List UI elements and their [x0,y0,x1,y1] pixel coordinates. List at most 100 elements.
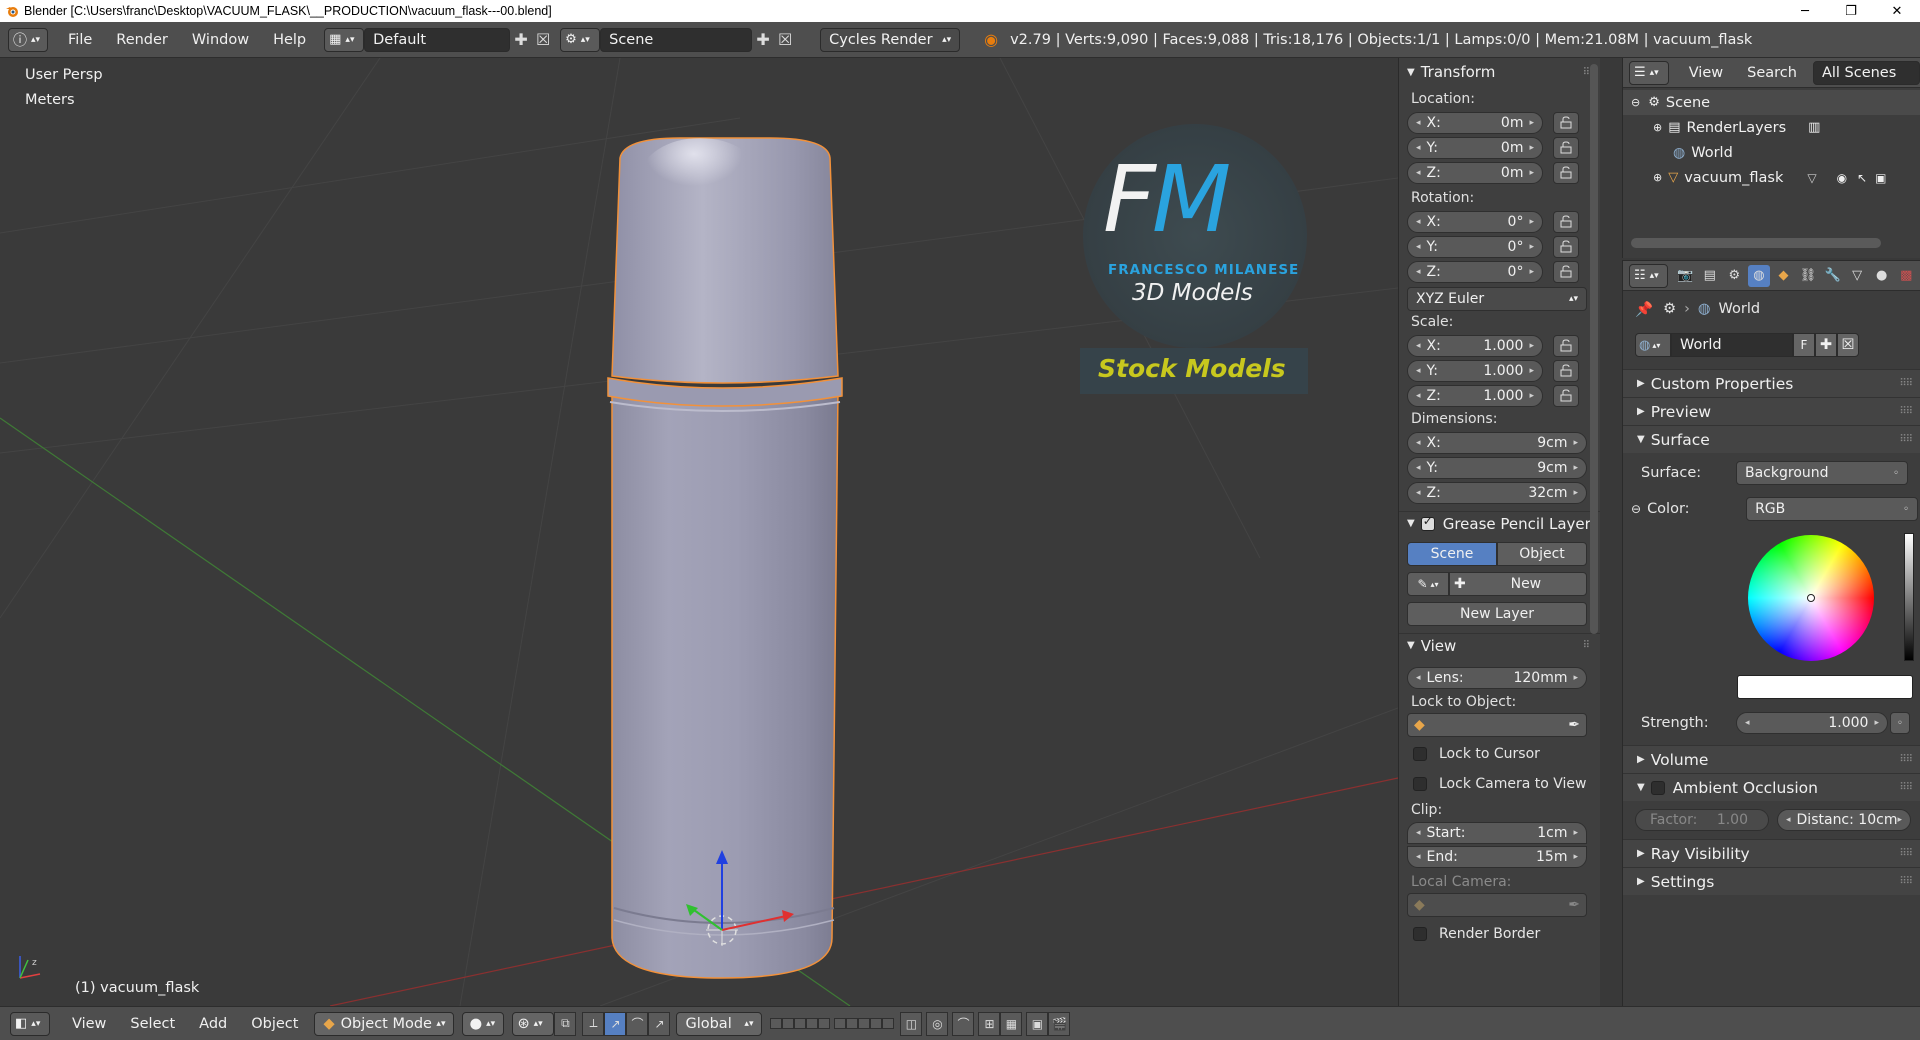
rotation-y-field[interactable]: ◂ Y: 0° ▸ [1407,235,1543,258]
layer-buttons[interactable] [770,1018,895,1029]
editor-type-selector[interactable]: ⓘ ▴▾ [8,27,48,52]
drag-grip-icon[interactable]: ⠿ [1583,640,1590,651]
add-scene-icon[interactable]: ✚ [752,29,774,51]
scene-context-icon[interactable]: ⚙ [1724,265,1746,287]
proportional-falloff-icon[interactable]: ⌒ [952,1011,975,1036]
screen-layout-type-button[interactable]: ▦ ▴▾ [324,27,365,52]
grease-pencil-new-button[interactable]: ✚ New [1449,572,1587,596]
npanel-scrollbar[interactable] [1590,64,1598,634]
layer-2-button[interactable] [782,1018,795,1029]
color-wheel-cursor[interactable] [1807,594,1815,602]
new-world-icon[interactable]: ✚ [1815,333,1837,357]
scale-x-field[interactable]: ◂ X: 1.000 ▸ [1407,334,1543,357]
strength-socket-button[interactable]: ◦ [1890,712,1910,734]
layer-12-button[interactable] [846,1018,859,1029]
outliner-editor-type-button[interactable]: ☰ ▴▾ [1629,60,1669,85]
scale-y-field[interactable]: ◂ Y: 1.000 ▸ [1407,359,1543,382]
custom-properties-panel-header[interactable]: ▶ Custom Properties ⠿⠿ [1623,369,1920,397]
translate-manipulator-icon[interactable]: ⟂ [582,1011,605,1036]
lens-field[interactable]: ◂ Lens: 120mm ▸ [1407,667,1587,689]
lock-scale-z-icon[interactable] [1553,384,1579,407]
3d-view-editor-type-button[interactable]: ◧ ▴▾ [10,1011,50,1036]
render-context-icon[interactable]: 📷 [1674,265,1696,287]
rotation-z-field[interactable]: ◂ Z: 0° ▸ [1407,260,1543,283]
data-context-icon[interactable]: ▽ [1846,265,1868,287]
eyedropper-icon[interactable]: ✒ [1568,717,1580,733]
new-layer-button[interactable]: New Layer [1407,602,1587,626]
close-button[interactable]: ✕ [1874,0,1920,22]
unlink-world-icon[interactable]: ☒ [1837,333,1859,357]
menu-window[interactable]: Window [180,32,261,48]
texture-context-icon[interactable]: ▩ [1895,265,1917,287]
location-z-field[interactable]: ◂ Z: 0m ▸ [1407,161,1543,184]
add-layout-icon[interactable]: ✚ [510,29,532,51]
lock-location-y-icon[interactable] [1553,136,1579,159]
render-engine-dropdown[interactable]: Cycles Render ▴▾ [820,27,961,52]
preview-panel-header[interactable]: ▶ Preview ⠿⠿ [1623,397,1920,425]
lock-rotation-z-icon[interactable] [1553,260,1579,283]
lock-scale-y-icon[interactable] [1553,359,1579,382]
layer-11-button[interactable] [834,1018,847,1029]
transform-panel-header[interactable]: ▼ Transform ⠿ [1399,60,1600,84]
layer-5-button[interactable] [818,1018,831,1029]
menu-add[interactable]: Add [187,1016,239,1032]
color-swatch[interactable] [1737,675,1913,699]
value-slider[interactable] [1904,533,1914,661]
object-context-icon[interactable]: ◆ [1773,265,1795,287]
ray-visibility-panel-header[interactable]: ▶ Ray Visibility ⠿⠿ [1623,839,1920,867]
grease-pencil-enable-checkbox[interactable]: ✓ [1420,514,1435,531]
world-context-icon[interactable]: ◍ [1748,264,1770,287]
3d-viewport[interactable]: User Persp Meters z (1) vacuum_flask FM … [0,58,1398,1006]
outliner-display-filter[interactable]: All Scenes [1812,60,1920,85]
ambient-occlusion-checkbox[interactable] [1650,780,1665,795]
lock-rotation-x-icon[interactable] [1553,210,1579,233]
color-picker[interactable] [1623,525,1920,675]
outliner-item-scene[interactable]: ⊖ ⚙ Scene [1623,90,1920,115]
menu-render[interactable]: Render [104,32,180,48]
menu-select[interactable]: Select [118,1016,187,1032]
selectable-cursor-icon[interactable]: ↖ [1857,171,1867,185]
clip-end-field[interactable]: ◂ End: 15m ▸ [1407,846,1587,868]
layer-4-button[interactable] [806,1018,819,1029]
ambient-occlusion-panel-header[interactable]: ▼ Ambient Occlusion ⠿⠿ [1623,773,1920,801]
volume-panel-header[interactable]: ▶ Volume ⠿⠿ [1623,745,1920,773]
lock-location-x-icon[interactable] [1553,111,1579,134]
properties-editor-type-button[interactable]: ☷ ▴▾ [1629,263,1669,288]
lock-to-cursor-checkbox[interactable]: Lock to Cursor [1399,739,1600,769]
maximize-button[interactable]: ❐ [1828,0,1874,22]
grease-pencil-tab-object[interactable]: Object [1497,542,1587,566]
grease-pencil-panel-header[interactable]: ▼ ✓ Grease Pencil Layer [1399,511,1600,535]
outliner-item-world[interactable]: ◍ World [1623,140,1920,165]
menu-file[interactable]: File [56,32,104,48]
render-layers-context-icon[interactable]: ▤ [1699,265,1721,287]
menu-view[interactable]: View [60,1016,118,1032]
visibility-eye-icon[interactable]: ◉ [1837,171,1847,185]
rotate-manipulator-icon[interactable]: ↗ [604,1011,627,1036]
expand-toggle-icon[interactable]: ⊕ [1653,121,1662,134]
settings-panel-header[interactable]: ▶ Settings ⠿⠿ [1623,867,1920,895]
lock-camera-to-view-checkbox[interactable]: Lock Camera to View [1399,769,1600,799]
vacuum-flask-mesh[interactable] [607,137,843,979]
opengl-animation-icon[interactable]: 🎬 [1048,1011,1071,1036]
remove-scene-icon[interactable]: ☒ [774,29,796,51]
fake-user-button[interactable]: F [1793,333,1815,357]
expand-toggle-icon[interactable]: ⊕ [1653,171,1662,184]
renderable-camera-icon[interactable]: ▣ [1875,171,1886,185]
menu-help[interactable]: Help [261,32,318,48]
unlink-socket-icon[interactable]: ⊖ [1631,502,1641,516]
outliner-item-renderlayers[interactable]: ⊕ ▤ RenderLayers ▥ [1623,115,1920,140]
color-wheel[interactable] [1748,535,1874,661]
screen-layout-field[interactable]: Default [364,27,511,52]
rotation-x-field[interactable]: ◂ X: 0° ▸ [1407,210,1543,233]
grease-pencil-datablock-button[interactable]: ✎ ▴▾ [1407,572,1449,596]
lock-scale-x-icon[interactable] [1553,334,1579,357]
render-border-checkbox[interactable]: Render Border [1399,919,1600,949]
snap-icon[interactable]: ⊞ [978,1011,1001,1036]
location-x-field[interactable]: ◂ X: 0m ▸ [1407,111,1543,134]
lock-layers-icon[interactable]: ◫ [900,1011,923,1036]
layer-1-button[interactable] [770,1018,783,1029]
minimize-button[interactable]: ─ [1782,0,1828,22]
scale-z-field[interactable]: ◂ Z: 1.000 ▸ [1407,384,1543,407]
opengl-render-icon[interactable]: ▣ [1026,1011,1049,1036]
menu-object[interactable]: Object [239,1016,310,1032]
